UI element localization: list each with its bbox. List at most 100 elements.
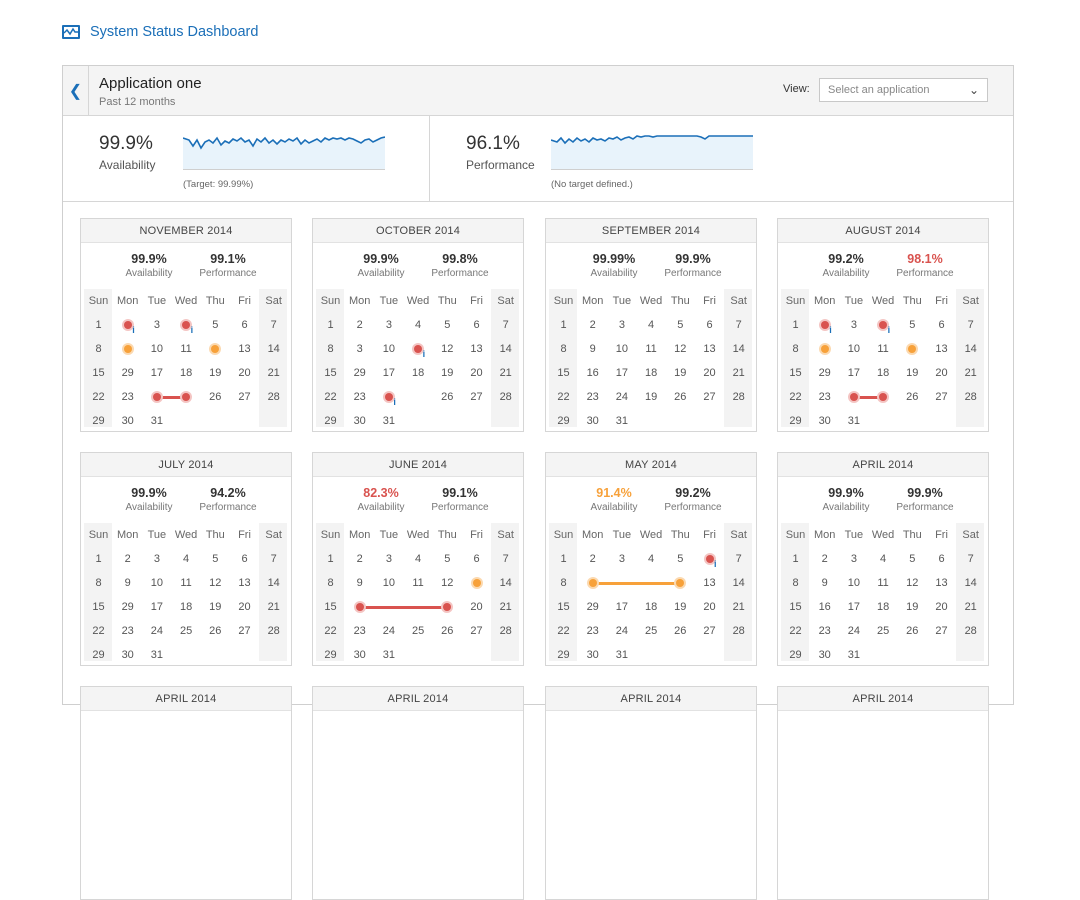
calendar-day[interactable]: 22 (549, 385, 578, 409)
month-card[interactable]: OCTOBER 2014 99.9% Availability 99.8% Perfor… (312, 218, 524, 432)
calendar-day[interactable]: 5 (666, 547, 695, 571)
calendar-day[interactable]: 13 (695, 571, 724, 595)
calendar-day[interactable]: 11 (637, 337, 666, 361)
calendar-day[interactable]: 13 (230, 337, 259, 361)
outage-range-bar[interactable] (592, 581, 681, 585)
calendar-day[interactable]: 23 (113, 619, 142, 643)
month-card[interactable]: NOVEMBER 2014 99.9% Availability 99.1% Perfo… (80, 218, 292, 432)
incident-marker[interactable] (182, 321, 191, 329)
incident-marker[interactable] (384, 393, 393, 401)
calendar-day[interactable]: 30 (578, 643, 607, 667)
calendar-day[interactable]: 31 (839, 409, 868, 433)
calendar-day[interactable]: 21 (491, 595, 520, 619)
calendar-day[interactable]: 10 (607, 337, 636, 361)
calendar-day[interactable]: 7 (259, 313, 288, 337)
calendar-day[interactable]: 14 (259, 337, 288, 361)
calendar-day[interactable]: 27 (695, 619, 724, 643)
calendar-day[interactable]: 1 (781, 313, 810, 337)
calendar-day[interactable]: 5 (898, 313, 927, 337)
calendar-day[interactable]: 17 (142, 361, 171, 385)
info-icon[interactable]: i (393, 397, 396, 407)
calendar-day[interactable]: 10 (839, 337, 868, 361)
calendar-day[interactable]: 22 (84, 619, 113, 643)
calendar-day[interactable]: 20 (695, 595, 724, 619)
calendar-day[interactable]: 8 (781, 337, 810, 361)
calendar-day[interactable]: 30 (810, 409, 839, 433)
calendar-day[interactable]: 30 (113, 643, 142, 667)
calendar-day[interactable]: 1 (549, 547, 578, 571)
month-card[interactable]: APRIL 2014 99.9% Availability 99.9% Performa… (777, 452, 989, 666)
calendar-day[interactable]: 2 (578, 547, 607, 571)
info-icon[interactable]: i (423, 349, 426, 359)
calendar-day[interactable]: 21 (724, 595, 753, 619)
calendar-day[interactable]: 31 (607, 643, 636, 667)
calendar-day[interactable]: 13 (230, 571, 259, 595)
calendar-day[interactable]: 24 (607, 385, 636, 409)
calendar-day[interactable]: 5 (433, 313, 462, 337)
calendar-day[interactable]: 30 (345, 409, 374, 433)
info-icon[interactable]: i (829, 325, 832, 335)
calendar-day[interactable]: 5 (898, 547, 927, 571)
calendar-day[interactable]: 10 (839, 571, 868, 595)
calendar-day[interactable]: 3 (839, 547, 868, 571)
calendar-day[interactable]: 1 (781, 547, 810, 571)
calendar-day[interactable]: 21 (491, 361, 520, 385)
calendar-day[interactable]: 18 (404, 361, 433, 385)
calendar-day[interactable]: 19 (898, 595, 927, 619)
calendar-day[interactable]: 20 (927, 361, 956, 385)
calendar-day[interactable]: 3 (345, 337, 374, 361)
calendar-day[interactable]: 1 (316, 313, 345, 337)
calendar-day[interactable]: 30 (113, 409, 142, 433)
month-card[interactable]: AUGUST 2014 99.2% Availability 98.1% Perform… (777, 218, 989, 432)
month-card[interactable]: APRIL 2014 (545, 686, 757, 900)
calendar-day[interactable]: 28 (724, 619, 753, 643)
outage-range-bar[interactable] (359, 605, 448, 609)
calendar-day[interactable]: 26 (666, 619, 695, 643)
calendar-day[interactable]: 23 (345, 619, 374, 643)
calendar-day[interactable]: 31 (374, 409, 403, 433)
calendar-day[interactable]: 22 (316, 385, 345, 409)
calendar-day[interactable]: 12 (433, 571, 462, 595)
calendar-day[interactable]: 7 (259, 547, 288, 571)
range-endpoint-marker[interactable] (879, 393, 888, 401)
calendar-day[interactable]: 4 (404, 547, 433, 571)
warning-marker[interactable] (123, 345, 132, 353)
calendar-day[interactable]: 3 (142, 547, 171, 571)
calendar-day[interactable]: 29 (84, 643, 113, 667)
calendar-day[interactable]: 8 (549, 571, 578, 595)
calendar-day[interactable]: 24 (374, 619, 403, 643)
calendar-day[interactable]: 17 (839, 361, 868, 385)
calendar-day[interactable]: 31 (142, 643, 171, 667)
calendar-day[interactable]: 15 (781, 595, 810, 619)
calendar-day[interactable]: 29 (113, 595, 142, 619)
calendar-day[interactable]: 25 (404, 619, 433, 643)
calendar-day[interactable]: 21 (259, 361, 288, 385)
calendar-day[interactable]: 21 (724, 361, 753, 385)
calendar-day[interactable]: 10 (142, 337, 171, 361)
calendar-day[interactable]: 3 (607, 313, 636, 337)
calendar-day[interactable]: 25 (869, 619, 898, 643)
calendar-day[interactable]: 20 (462, 361, 491, 385)
warning-marker[interactable] (820, 345, 829, 353)
range-endpoint-marker[interactable] (152, 393, 161, 401)
calendar-day[interactable]: 12 (898, 571, 927, 595)
calendar-day[interactable]: 23 (810, 385, 839, 409)
calendar-day[interactable]: 31 (607, 409, 636, 433)
calendar-day[interactable]: 17 (374, 361, 403, 385)
calendar-day[interactable]: 11 (404, 571, 433, 595)
calendar-day[interactable]: 19 (666, 361, 695, 385)
calendar-day[interactable]: 18 (637, 361, 666, 385)
calendar-day[interactable]: 20 (230, 361, 259, 385)
calendar-day[interactable]: 21 (956, 361, 985, 385)
calendar-day[interactable]: 19 (433, 361, 462, 385)
calendar-day[interactable]: 4 (404, 313, 433, 337)
calendar-day[interactable]: 29 (781, 643, 810, 667)
month-card[interactable]: APRIL 2014 (312, 686, 524, 900)
calendar-day[interactable]: 9 (578, 337, 607, 361)
calendar-day[interactable]: 26 (201, 619, 230, 643)
calendar-day[interactable]: 23 (810, 619, 839, 643)
range-endpoint-marker[interactable] (849, 393, 858, 401)
calendar-day[interactable]: 13 (462, 337, 491, 361)
calendar-day[interactable]: 6 (230, 313, 259, 337)
calendar-day[interactable]: 21 (956, 595, 985, 619)
